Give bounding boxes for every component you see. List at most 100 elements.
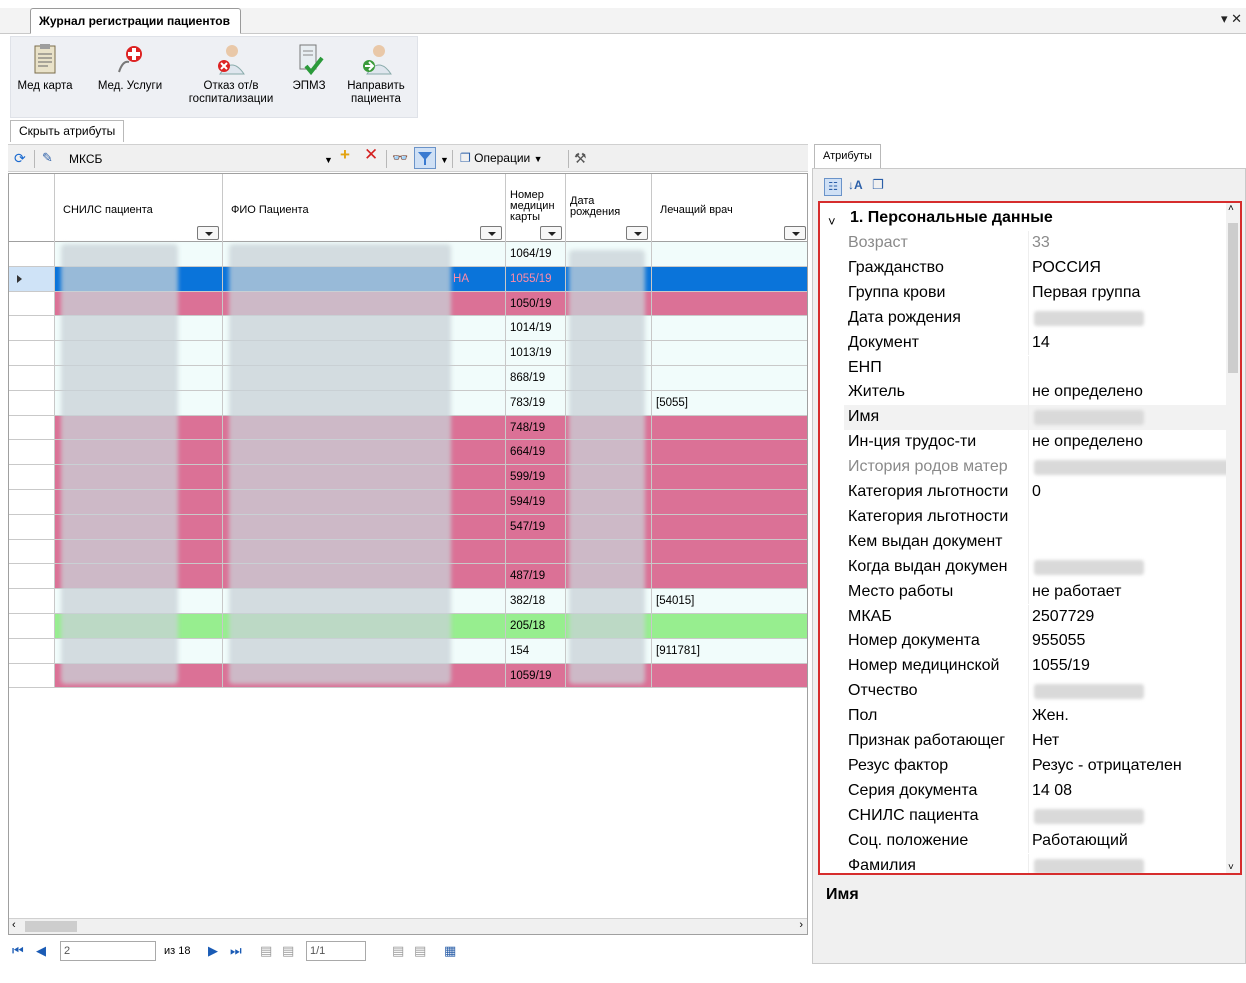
category-personal-data[interactable]: ˅ 1. Персональные данные — [820, 207, 1240, 229]
row-selector[interactable] — [9, 564, 55, 589]
first-page-icon[interactable]: ▤ — [260, 943, 272, 959]
property-value[interactable]: 2507729 — [1032, 605, 1238, 629]
cell-card-number[interactable]: 594/19 — [506, 490, 566, 514]
cell-doctor[interactable] — [652, 490, 807, 514]
row-selector[interactable] — [9, 638, 55, 663]
cell-card-number[interactable]: 868/19 — [506, 366, 566, 390]
filter-select[interactable]: МКСБ — [68, 149, 328, 169]
cell-card-number[interactable]: 748/19 — [506, 415, 566, 440]
window-controls[interactable]: ▾ ✕ — [1221, 11, 1242, 27]
header-snils[interactable]: СНИЛС пациента — [55, 174, 223, 242]
refer-patient-button[interactable]: Направить пациента — [336, 38, 416, 114]
cell-doctor[interactable] — [652, 539, 807, 564]
add-icon[interactable]: + — [340, 146, 350, 164]
property-row[interactable]: История родов матер — [844, 455, 1238, 480]
cell-doctor[interactable]: [54015] — [652, 589, 807, 613]
cell-doctor[interactable] — [652, 316, 807, 341]
cell-doctor[interactable]: [911781] — [652, 638, 807, 663]
property-row[interactable]: Номер документа 955055 — [844, 629, 1238, 655]
property-value[interactable]: Нет — [1032, 729, 1238, 753]
property-row[interactable]: Возраст 33 — [844, 231, 1238, 256]
property-row[interactable]: МКАБ 2507729 — [844, 604, 1238, 630]
row-selector[interactable] — [9, 465, 55, 489]
edit-filter-icon[interactable]: ✎ — [42, 149, 53, 167]
property-row[interactable]: Пол Жен. — [844, 704, 1238, 729]
horizontal-scrollbar[interactable]: ‹ › — [9, 918, 807, 934]
next-page-icon[interactable]: ▤ — [392, 943, 404, 959]
funnel-dropdown-icon[interactable]: ▼ — [440, 151, 449, 169]
hide-attributes-tab[interactable]: Скрыть атрибуты — [10, 120, 125, 142]
property-row[interactable]: Группа крови Первая группа — [844, 280, 1238, 306]
delete-icon[interactable]: ✕ — [364, 146, 378, 164]
row-selector[interactable] — [9, 390, 55, 415]
filter-dropdown-icon[interactable] — [626, 226, 648, 240]
property-row[interactable]: Признак работающег Нет — [844, 729, 1238, 754]
property-value[interactable]: не работает — [1032, 580, 1238, 604]
property-row[interactable]: Гражданство РОССИЯ — [844, 255, 1238, 281]
cell-card-number[interactable]: 1055/19 — [506, 266, 566, 291]
row-selector[interactable] — [9, 514, 55, 539]
property-row[interactable]: Документ 14 — [844, 330, 1238, 356]
cell-doctor[interactable] — [652, 663, 807, 688]
property-row[interactable]: Житель не определено — [844, 380, 1238, 406]
refuse-hospitalization-button[interactable]: Отказ от/в госпитализации — [176, 38, 286, 114]
property-row[interactable]: Серия документа 14 08 — [844, 778, 1238, 804]
filter-dropdown-icon[interactable] — [540, 226, 562, 240]
property-row[interactable]: Дата рождения — [844, 305, 1238, 331]
filter-dropdown-icon[interactable] — [784, 226, 806, 240]
cell-card-number[interactable]: 1013/19 — [506, 341, 566, 365]
cell-doctor[interactable] — [652, 465, 807, 489]
journal-tab[interactable]: Журнал регистрации пациентов — [30, 8, 241, 34]
property-value[interactable]: РОССИЯ — [1032, 256, 1238, 280]
cell-doctor[interactable] — [652, 366, 807, 390]
row-selector[interactable] — [9, 316, 55, 341]
property-value[interactable]: 14 — [1032, 331, 1238, 355]
cell-doctor[interactable] — [652, 564, 807, 589]
cell-card-number[interactable]: 1064/19 — [506, 242, 566, 266]
cell-card-number[interactable]: 382/18 — [506, 589, 566, 613]
row-selector[interactable] — [9, 266, 55, 291]
med-services-button[interactable]: Мед. Услуги — [84, 38, 176, 114]
property-row[interactable]: Резус фактор Резус - отрицателен — [844, 753, 1238, 779]
cell-doctor[interactable] — [652, 440, 807, 465]
prev-record-icon[interactable]: ◀ — [36, 943, 46, 959]
property-row[interactable]: Соц. положение Работающий — [844, 828, 1238, 854]
record-index-input[interactable]: 2 — [60, 941, 156, 961]
cell-card-number[interactable]: 1014/19 — [506, 316, 566, 341]
row-selector[interactable] — [9, 490, 55, 514]
cell-doctor[interactable] — [652, 291, 807, 316]
property-row[interactable]: ЕНП — [844, 355, 1238, 381]
cell-card-number[interactable]: 547/19 — [506, 514, 566, 539]
property-value[interactable]: 955055 — [1032, 629, 1238, 653]
operations-menu[interactable]: ❐ Операции ▼ — [460, 149, 543, 168]
prev-page-icon[interactable]: ▤ — [282, 943, 294, 959]
header-card-number[interactable]: Номер медицин карты — [506, 174, 566, 242]
property-pages-icon[interactable]: ❐ — [872, 177, 884, 193]
property-row[interactable]: Когда выдан докумен — [844, 554, 1238, 580]
scroll-right-icon[interactable]: › — [799, 919, 803, 931]
cell-doctor[interactable]: [5055] — [652, 390, 807, 415]
cell-card-number[interactable]: 487/19 — [506, 564, 566, 589]
scroll-thumb[interactable] — [25, 921, 77, 932]
page-input[interactable]: 1/1 — [306, 941, 366, 961]
scroll-up-icon[interactable]: ˄ — [1228, 203, 1234, 214]
row-selector[interactable] — [9, 242, 55, 266]
columns-icon[interactable]: ▦ — [444, 943, 456, 959]
property-row[interactable]: Имя — [844, 405, 1238, 431]
filter-dropdown-icon[interactable]: ▼ — [324, 151, 333, 169]
row-selector[interactable] — [9, 440, 55, 465]
filter-funnel-icon[interactable] — [414, 147, 436, 169]
property-row[interactable]: Кем выдан документ — [844, 529, 1238, 555]
property-row[interactable]: Номер медицинской 1055/19 — [844, 654, 1238, 680]
property-row[interactable]: Отчество — [844, 679, 1238, 705]
property-value[interactable]: 1055/19 — [1032, 654, 1238, 678]
cell-card-number[interactable]: 1050/19 — [506, 291, 566, 316]
cell-card-number[interactable]: 599/19 — [506, 465, 566, 489]
cell-card-number[interactable]: 154 — [506, 638, 566, 663]
property-row[interactable]: Категория льготности 0 — [844, 480, 1238, 505]
filter-dropdown-icon[interactable] — [480, 226, 502, 240]
epmz-button[interactable]: ЭПМЗ — [288, 38, 330, 114]
scroll-left-icon[interactable]: ‹ — [12, 919, 16, 931]
cell-card-number[interactable] — [506, 539, 566, 564]
cell-doctor[interactable] — [652, 341, 807, 365]
